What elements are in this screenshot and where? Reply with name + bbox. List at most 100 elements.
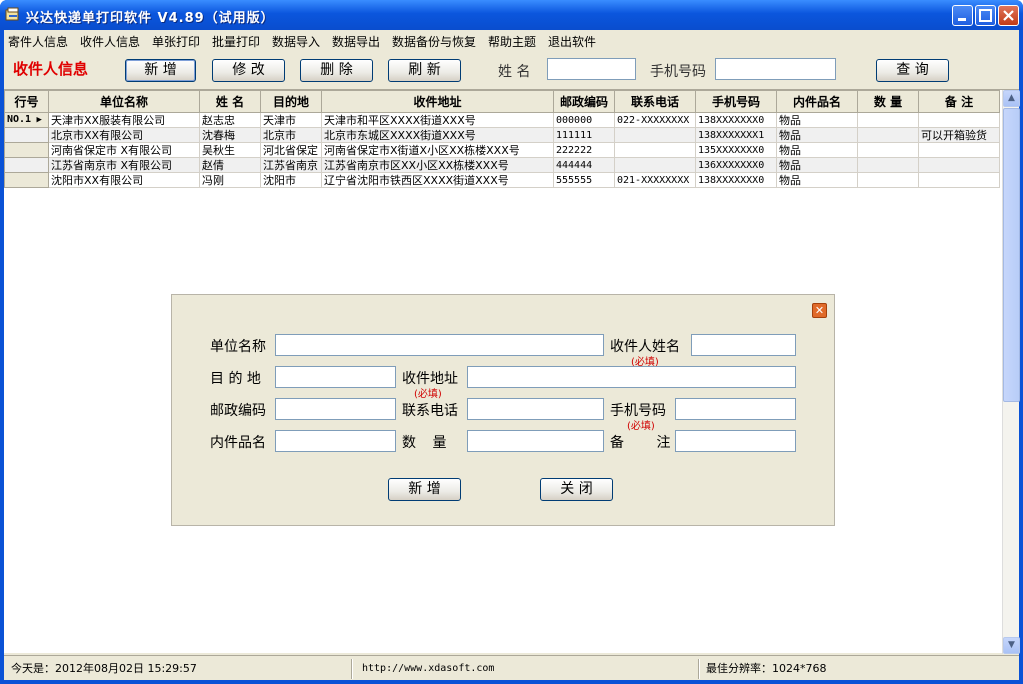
cell-note[interactable] [918, 172, 1000, 188]
column-header-quantity[interactable]: 数 量 [857, 90, 919, 113]
cell-name[interactable]: 赵志忠 [199, 112, 261, 128]
column-header-mobile[interactable]: 手机号码 [695, 90, 777, 113]
phone-search-input[interactable] [715, 58, 836, 80]
cell-destination[interactable]: 沈阳市 [260, 172, 322, 188]
cell-quantity[interactable] [857, 157, 919, 173]
cell-company[interactable]: 河南省保定市 X有限公司 [48, 142, 200, 158]
cell-contact-phone[interactable] [614, 127, 696, 143]
postcode-field[interactable] [275, 398, 396, 420]
cell-address[interactable]: 辽宁省沈阳市铁西区XXXX街道XXX号 [321, 172, 554, 188]
cell-postcode[interactable]: 555555 [553, 172, 615, 188]
cell-postcode[interactable]: 111111 [553, 127, 615, 143]
column-header-row-no[interactable]: 行号 [4, 90, 49, 113]
name-search-input[interactable] [547, 58, 636, 80]
item-field[interactable] [275, 430, 396, 452]
cell-item[interactable]: 物品 [776, 157, 858, 173]
column-header-company[interactable]: 单位名称 [48, 90, 200, 113]
menu-recipient-info[interactable]: 收件人信息 [80, 33, 140, 50]
company-field[interactable] [275, 334, 604, 356]
cell-contact-phone[interactable]: 021-XXXXXXXX [614, 172, 696, 188]
cell-address[interactable]: 河南省保定市X街道X小区XX栋楼XXX号 [321, 142, 554, 158]
row-number-cell[interactable] [4, 157, 49, 173]
close-window-button[interactable] [998, 5, 1019, 26]
cell-item[interactable]: 物品 [776, 112, 858, 128]
cell-note[interactable]: 可以开箱验货 [918, 127, 1000, 143]
cell-postcode[interactable]: 000000 [553, 112, 615, 128]
cell-note[interactable] [918, 142, 1000, 158]
panel-close-text-button[interactable]: 关 闭 [540, 478, 613, 501]
contact-phone-field[interactable] [467, 398, 604, 420]
table-row[interactable]: 江苏省南京市 X有限公司 赵倩 江苏省南京 江苏省南京市区XX小区XX栋楼XXX… [4, 157, 1000, 173]
row-number-cell[interactable]: NO.1 ▶ [4, 112, 49, 128]
row-number-cell[interactable] [4, 142, 49, 158]
panel-close-button[interactable]: ✕ [812, 303, 827, 318]
cell-mobile[interactable]: 138XXXXXXX0 [695, 112, 777, 128]
cell-postcode[interactable]: 444444 [553, 157, 615, 173]
cell-quantity[interactable] [857, 127, 919, 143]
menu-sender-info[interactable]: 寄件人信息 [8, 33, 68, 50]
scroll-thumb[interactable] [1003, 108, 1020, 402]
table-row[interactable]: 河南省保定市 X有限公司 吴秋生 河北省保定 河南省保定市X街道X小区XX栋楼X… [4, 142, 1000, 158]
menu-batch-print[interactable]: 批量打印 [212, 33, 260, 50]
menu-single-print[interactable]: 单张打印 [152, 33, 200, 50]
cell-address[interactable]: 天津市和平区XXXX街道XXX号 [321, 112, 554, 128]
column-header-name[interactable]: 姓 名 [199, 90, 261, 113]
cell-company[interactable]: 江苏省南京市 X有限公司 [48, 157, 200, 173]
column-header-note[interactable]: 备 注 [918, 90, 1000, 113]
cell-company[interactable]: 天津市XX服装有限公司 [48, 112, 200, 128]
menu-backup-restore[interactable]: 数据备份与恢复 [392, 33, 476, 50]
column-header-destination[interactable]: 目的地 [260, 90, 322, 113]
table-row[interactable]: 北京市XX有限公司 沈春梅 北京市 北京市东城区XXXX街道XXX号 11111… [4, 127, 1000, 143]
cell-name[interactable]: 冯刚 [199, 172, 261, 188]
vertical-scrollbar[interactable]: ▲ ▼ [1002, 90, 1020, 654]
menu-help[interactable]: 帮助主题 [488, 33, 536, 50]
cell-mobile[interactable]: 138XXXXXXX1 [695, 127, 777, 143]
menu-data-export[interactable]: 数据导出 [332, 33, 380, 50]
column-header-contact-phone[interactable]: 联系电话 [614, 90, 696, 113]
panel-add-button[interactable]: 新 增 [388, 478, 461, 501]
minimize-button[interactable] [952, 5, 973, 26]
quantity-field[interactable] [467, 430, 604, 452]
delete-button[interactable]: 删 除 [300, 59, 373, 82]
mobile-field[interactable] [675, 398, 796, 420]
note-field[interactable] [675, 430, 796, 452]
cell-note[interactable] [918, 157, 1000, 173]
destination-field[interactable] [275, 366, 396, 388]
cell-company[interactable]: 沈阳市XX有限公司 [48, 172, 200, 188]
cell-address[interactable]: 江苏省南京市区XX小区XX栋楼XXX号 [321, 157, 554, 173]
cell-destination[interactable]: 北京市 [260, 127, 322, 143]
cell-name[interactable]: 赵倩 [199, 157, 261, 173]
cell-contact-phone[interactable] [614, 157, 696, 173]
cell-item[interactable]: 物品 [776, 172, 858, 188]
cell-mobile[interactable]: 136XXXXXXX0 [695, 157, 777, 173]
row-number-cell[interactable] [4, 127, 49, 143]
cell-mobile[interactable]: 138XXXXXXX0 [695, 172, 777, 188]
cell-quantity[interactable] [857, 172, 919, 188]
query-button[interactable]: 查 询 [876, 59, 949, 82]
table-row[interactable]: 沈阳市XX有限公司 冯刚 沈阳市 辽宁省沈阳市铁西区XXXX街道XXX号 555… [4, 172, 1000, 188]
scroll-down-button[interactable]: ▼ [1003, 637, 1020, 654]
cell-item[interactable]: 物品 [776, 142, 858, 158]
cell-item[interactable]: 物品 [776, 127, 858, 143]
menu-exit[interactable]: 退出软件 [548, 33, 596, 50]
add-button[interactable]: 新 增 [125, 59, 196, 82]
maximize-button[interactable] [975, 5, 996, 26]
cell-quantity[interactable] [857, 112, 919, 128]
column-header-address[interactable]: 收件地址 [321, 90, 554, 113]
table-row[interactable]: NO.1 ▶ 天津市XX服装有限公司 赵志忠 天津市 天津市和平区XXXX街道X… [4, 112, 1000, 128]
cell-company[interactable]: 北京市XX有限公司 [48, 127, 200, 143]
cell-postcode[interactable]: 222222 [553, 142, 615, 158]
column-header-postcode[interactable]: 邮政编码 [553, 90, 615, 113]
column-header-item[interactable]: 内件品名 [776, 90, 858, 113]
edit-button[interactable]: 修 改 [212, 59, 285, 82]
cell-note[interactable] [918, 112, 1000, 128]
cell-quantity[interactable] [857, 142, 919, 158]
address-field[interactable] [467, 366, 796, 388]
row-number-cell[interactable] [4, 172, 49, 188]
cell-name[interactable]: 吴秋生 [199, 142, 261, 158]
cell-destination[interactable]: 天津市 [260, 112, 322, 128]
cell-mobile[interactable]: 135XXXXXXX0 [695, 142, 777, 158]
cell-name[interactable]: 沈春梅 [199, 127, 261, 143]
refresh-button[interactable]: 刷 新 [388, 59, 461, 82]
menu-data-import[interactable]: 数据导入 [272, 33, 320, 50]
